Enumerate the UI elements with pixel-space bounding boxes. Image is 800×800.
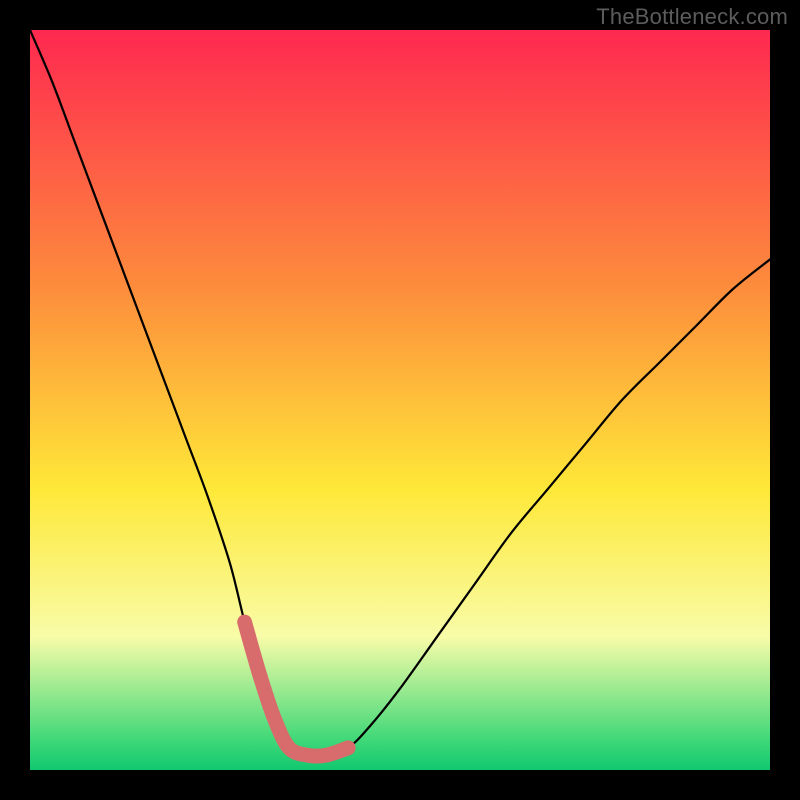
gradient-background: [30, 30, 770, 770]
plot-area: [30, 30, 770, 770]
watermark-text: TheBottleneck.com: [596, 4, 788, 30]
chart-svg: [30, 30, 770, 770]
chart-frame: TheBottleneck.com: [0, 0, 800, 800]
